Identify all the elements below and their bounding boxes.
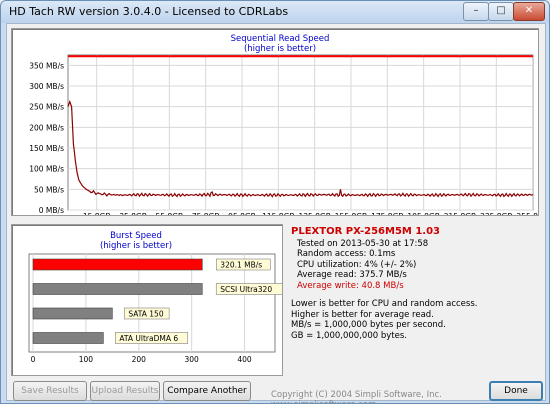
minimize-button[interactable]: – bbox=[463, 2, 489, 21]
seq-x-tick-label: 55.8GB bbox=[156, 212, 184, 215]
results-info: PLEXTOR PX-256M5M 1.03 Tested on 2013-05… bbox=[291, 226, 541, 387]
burst-bar-label: SATA 150 bbox=[128, 310, 164, 319]
seq-x-tick-label: 15.8GB bbox=[83, 212, 111, 215]
burst-chart-title: Burst Speed bbox=[110, 231, 162, 241]
average-read: Average read: 375.7 MB/s bbox=[297, 270, 407, 280]
app-window: HD Tach RW version 3.0.4.0 - Licensed to… bbox=[0, 0, 550, 404]
burst-bar-label: 320.1 MB/s bbox=[220, 261, 262, 270]
drive-name: PLEXTOR PX-256M5M 1.03 bbox=[291, 226, 441, 237]
seq-x-tick-label: 155.8GB bbox=[335, 212, 367, 215]
burst-x-tick-label: 400 bbox=[237, 355, 252, 364]
burst-x-tick-label: 300 bbox=[185, 355, 200, 364]
seq-x-tick-label: 35.8GB bbox=[119, 212, 147, 215]
seq-x-tick-label: 95.8GB bbox=[228, 212, 256, 215]
seq-x-tick-label: 75.8GB bbox=[192, 212, 220, 215]
seq-x-tick-label: 235.8GB bbox=[480, 212, 512, 215]
seq-y-tick-label: 150 MB/s bbox=[29, 144, 64, 153]
maximize-button[interactable]: □ bbox=[488, 2, 514, 21]
sequential-read-chart: Sequential Read Speed (higher is better)… bbox=[29, 34, 549, 221]
burst-x-tick-label: 0 bbox=[31, 355, 36, 364]
seq-y-tick-label: 200 MB/s bbox=[29, 123, 64, 132]
seq-y-tick-label: 100 MB/s bbox=[29, 165, 64, 174]
average-write: Average write: 40.8 MB/s bbox=[297, 280, 404, 291]
seq-y-tick-label: 350 MB/s bbox=[29, 61, 64, 70]
burst-bar bbox=[32, 283, 203, 295]
seq-x-tick-label: 215.8GB bbox=[444, 212, 476, 215]
note-gb: GB = 1,000,000,000 bytes. bbox=[291, 330, 407, 341]
close-button[interactable]: ✕ bbox=[513, 2, 545, 21]
seq-x-tick-label: 195.8GB bbox=[407, 212, 439, 215]
seq-x-tick-label: 175.8GB bbox=[371, 212, 403, 215]
seq-y-tick-label: 250 MB/s bbox=[29, 103, 64, 112]
burst-bar bbox=[32, 258, 203, 271]
burst-bar bbox=[32, 332, 104, 344]
seq-y-tick-label: 50 MB/s bbox=[34, 185, 64, 194]
burst-chart-subtitle: (higher is better) bbox=[100, 241, 172, 251]
seq-plot-area bbox=[67, 54, 534, 211]
done-button[interactable]: Done bbox=[489, 381, 543, 401]
title-bar: HD Tach RW version 3.0.4.0 - Licensed to… bbox=[1, 1, 549, 23]
note-mbs: MB/s = 1,000,000 bytes per second. bbox=[291, 320, 446, 330]
upload-results-button[interactable]: Upload Results bbox=[90, 381, 160, 401]
seq-x-tick-label: 135.8GB bbox=[298, 212, 330, 215]
burst-chart-panel: Burst Speed (higher is better) 320.1 MB/… bbox=[11, 224, 285, 376]
cpu-utilization: CPU utilization: 4% (+/- 2%) bbox=[297, 259, 417, 270]
burst-speed-chart: Burst Speed (higher is better) 320.1 MB/… bbox=[28, 231, 285, 364]
client-area: Sequential Read Speed (higher is better)… bbox=[6, 23, 549, 403]
seq-y-tick-label: 300 MB/s bbox=[29, 82, 64, 91]
seq-x-tick-label: 255.8GB bbox=[516, 212, 538, 215]
save-results-button[interactable]: Save Results bbox=[13, 381, 87, 401]
compare-drive-button[interactable]: Compare Another Drive bbox=[163, 381, 251, 401]
seq-chart-subtitle: (higher is better) bbox=[244, 44, 316, 54]
seq-y-tick-label: 0 MB/s bbox=[39, 206, 64, 215]
random-access: Random access: 0.1ms bbox=[297, 249, 396, 259]
tested-date: Tested on 2013-05-30 at 17:58 bbox=[297, 238, 429, 249]
sequential-chart-panel: Sequential Read Speed (higher is better)… bbox=[11, 28, 549, 221]
burst-x-tick-label: 200 bbox=[132, 355, 147, 364]
note-lower-better: Lower is better for CPU and random acces… bbox=[291, 299, 478, 309]
window-title: HD Tach RW version 3.0.4.0 - Licensed to… bbox=[9, 5, 289, 18]
note-higher-better: Higher is better for average read. bbox=[291, 309, 434, 320]
seq-chart-title: Sequential Read Speed bbox=[231, 34, 330, 44]
seq-x-tick-label: 115.8GB bbox=[262, 212, 294, 215]
burst-bar bbox=[32, 307, 113, 320]
burst-x-tick-label: 100 bbox=[79, 355, 94, 364]
burst-bar-label: SCSI Ultra320 bbox=[220, 285, 272, 294]
burst-bar-label: ATA UltraDMA 6 bbox=[119, 334, 178, 343]
